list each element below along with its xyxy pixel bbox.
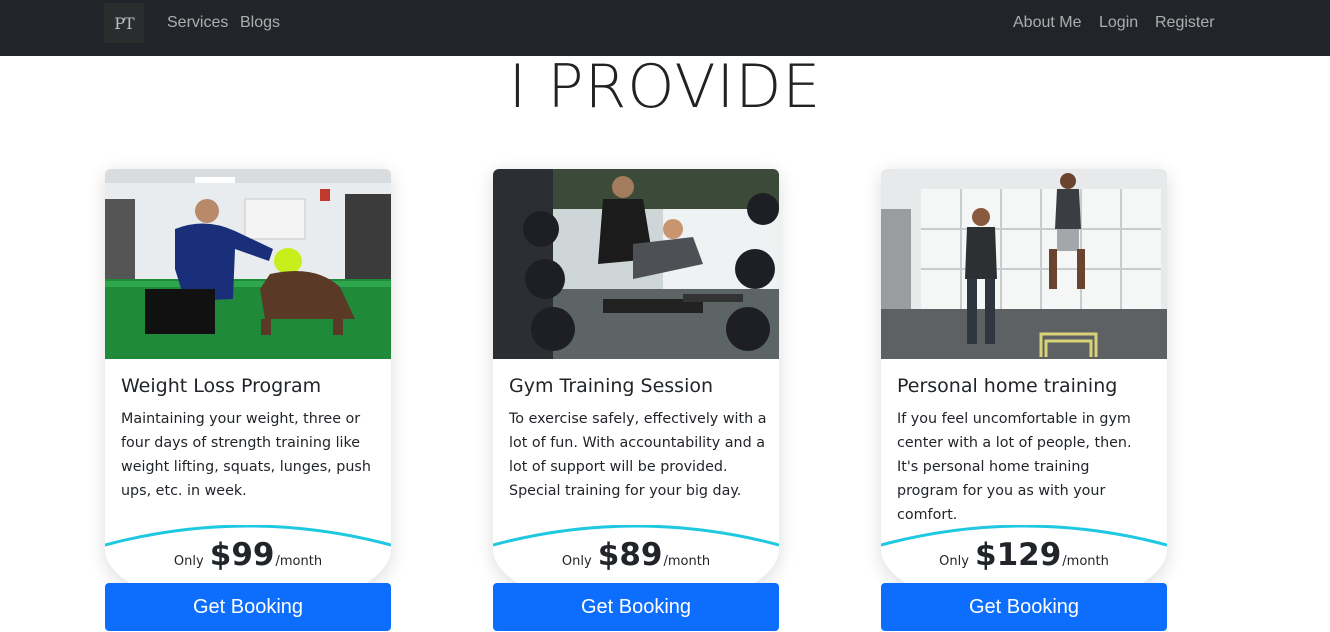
card-image-gym-training xyxy=(493,169,779,359)
service-card-weight-loss: Weight Loss Program Maintaining your wei… xyxy=(105,169,391,609)
card-description: To exercise safely, effectively with a l… xyxy=(509,411,767,499)
nav-link-register[interactable]: Register xyxy=(1155,14,1215,32)
card-title: Weight Loss Program xyxy=(121,375,322,397)
price-amount: $89 xyxy=(597,537,663,573)
section-title: I PROVIDE xyxy=(508,52,822,122)
nav-link-login[interactable]: Login xyxy=(1099,14,1138,32)
get-booking-button-home-training[interactable]: Get Booking xyxy=(881,583,1167,631)
service-card-home-training: Personal home training If you feel uncom… xyxy=(881,169,1167,609)
price-amount: $129 xyxy=(975,537,1062,573)
nav-link-blogs[interactable]: Blogs xyxy=(240,14,280,32)
price-row: Only $89/month xyxy=(493,537,779,573)
price-period: /month xyxy=(663,554,711,569)
price-period: /month xyxy=(275,554,323,569)
card-title: Personal home training xyxy=(897,375,1118,397)
nav-link-about-me[interactable]: About Me xyxy=(1013,14,1081,32)
price-row: Only $99/month xyxy=(105,537,391,573)
price-amount: $99 xyxy=(209,537,275,573)
get-booking-button-gym-training[interactable]: Get Booking xyxy=(493,583,779,631)
nav-link-services[interactable]: Services xyxy=(167,14,228,32)
price-prefix: Only xyxy=(939,554,969,569)
brand-logo[interactable]: PT xyxy=(104,3,144,43)
price-row: Only $129/month xyxy=(881,537,1167,573)
service-card-gym-training: Gym Training Session To exercise safely,… xyxy=(493,169,779,609)
price-prefix: Only xyxy=(561,554,592,569)
price-period: /month xyxy=(1062,554,1109,569)
card-description: If you feel uncomfortable in gym center … xyxy=(897,411,1132,523)
card-description: Maintaining your weight, three or four d… xyxy=(121,411,371,499)
get-booking-button-weight-loss[interactable]: Get Booking xyxy=(105,583,391,631)
card-image-weight-loss xyxy=(105,169,391,359)
navbar: PT Services Blogs About Me Login Registe… xyxy=(0,0,1330,56)
card-title: Gym Training Session xyxy=(509,375,714,397)
card-image-home-training xyxy=(881,169,1167,359)
price-prefix: Only xyxy=(173,554,204,569)
